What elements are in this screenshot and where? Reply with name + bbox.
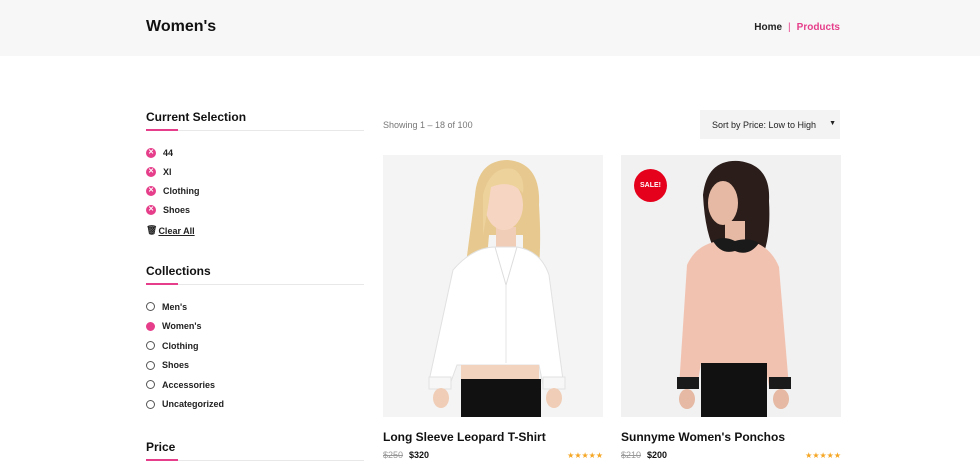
collection-label: Clothing xyxy=(162,340,199,351)
collection-label: Accessories xyxy=(162,379,216,390)
current-selection-list: ✕ 44 ✕ Xl ✕ Clothing ✕ Shoes xyxy=(146,143,364,219)
clear-all-label: Clear All xyxy=(158,225,195,236)
product-old-price: $210 xyxy=(621,450,642,460)
selected-filter[interactable]: ✕ Shoes xyxy=(146,200,364,219)
selected-filter-label: Xl xyxy=(163,166,172,177)
remove-filter-icon[interactable]: ✕ xyxy=(146,204,156,215)
price-widget: Price xyxy=(146,440,364,461)
selected-filter-label: Shoes xyxy=(163,204,191,215)
radio-icon[interactable] xyxy=(146,341,155,351)
sale-badge: SALE! xyxy=(634,169,667,202)
product-image[interactable] xyxy=(383,155,603,417)
radio-icon[interactable] xyxy=(146,360,155,370)
product-name[interactable]: Sunnyme Women's Ponchos xyxy=(621,430,841,444)
product-image[interactable]: SALE! xyxy=(621,155,841,417)
product-price: $320 xyxy=(409,450,430,460)
page-title: Women's xyxy=(146,18,217,35)
collections-list: Men's Women's Clothing Shoes Accessories… xyxy=(146,297,364,414)
radio-icon[interactable] xyxy=(146,380,155,390)
selected-filter-label: 44 xyxy=(163,147,174,158)
selected-filter-label: Clothing xyxy=(163,185,200,196)
product-card: SALE! Sunnyme Women's Ponchos $210 $200 … xyxy=(621,155,841,460)
trash-icon: 🗑 xyxy=(146,225,158,235)
star-rating-icon: ★★★★★ xyxy=(805,450,841,460)
collection-option[interactable]: Women's xyxy=(146,317,364,337)
collection-label: Men's xyxy=(162,301,188,312)
page-header: Women's Home | Products xyxy=(0,0,980,56)
breadcrumb-current: Products xyxy=(796,22,840,33)
sort-select-value: Sort by Price: Low to High xyxy=(712,119,817,130)
collection-option[interactable]: Shoes xyxy=(146,356,364,376)
collection-option[interactable]: Men's xyxy=(146,297,364,317)
product-price-row: $250 $320 ★★★★★ xyxy=(383,450,603,460)
breadcrumb-separator: | xyxy=(788,22,791,33)
price-title: Price xyxy=(146,440,364,461)
sidebar: Current Selection ✕ 44 ✕ Xl ✕ Clothing ✕ Sho… xyxy=(146,110,364,461)
current-selection-widget: Current Selection ✕ 44 ✕ Xl ✕ Clothing ✕ Sho… xyxy=(146,110,364,236)
clear-all-link[interactable]: 🗑 Clear All xyxy=(146,225,364,236)
product-photo-woman-white-blouse xyxy=(383,155,603,417)
radio-icon[interactable] xyxy=(146,399,155,409)
star-rating-icon: ★★★★★ xyxy=(567,450,603,460)
current-selection-title: Current Selection xyxy=(146,110,364,131)
product-price-row: $210 $200 ★★★★★ xyxy=(621,450,841,460)
product-name[interactable]: Long Sleeve Leopard T-Shirt xyxy=(383,430,603,444)
selected-filter[interactable]: ✕ Clothing xyxy=(146,181,364,200)
collection-option[interactable]: Accessories xyxy=(146,375,364,395)
selected-filter[interactable]: ✕ 44 xyxy=(146,143,364,162)
result-count: Showing 1 – 18 of 100 xyxy=(383,120,473,130)
product-card: Long Sleeve Leopard T-Shirt $250 $320 ★★… xyxy=(383,155,603,460)
collection-label: Women's xyxy=(162,321,202,332)
breadcrumb-home-link[interactable]: Home xyxy=(754,22,782,33)
collections-widget: Collections Men's Women's Clothing Shoes… xyxy=(146,264,364,414)
product-price: $200 xyxy=(647,450,668,460)
product-old-price: $250 xyxy=(383,450,404,460)
remove-filter-icon[interactable]: ✕ xyxy=(146,147,156,158)
remove-filter-icon[interactable]: ✕ xyxy=(146,166,156,177)
collections-title: Collections xyxy=(146,264,364,285)
radio-selected-icon[interactable] xyxy=(146,321,155,331)
breadcrumb: Home | Products xyxy=(754,22,840,33)
sort-select[interactable]: Sort by Price: Low to High ▼ xyxy=(700,110,840,139)
collection-label: Shoes xyxy=(162,360,190,371)
collection-option[interactable]: Clothing xyxy=(146,336,364,356)
remove-filter-icon[interactable]: ✕ xyxy=(146,185,156,196)
collection-option[interactable]: Uncategorized xyxy=(146,395,364,415)
caret-down-icon: ▼ xyxy=(829,120,836,127)
selected-filter[interactable]: ✕ Xl xyxy=(146,162,364,181)
collection-label: Uncategorized xyxy=(162,399,225,410)
radio-icon[interactable] xyxy=(146,302,155,312)
